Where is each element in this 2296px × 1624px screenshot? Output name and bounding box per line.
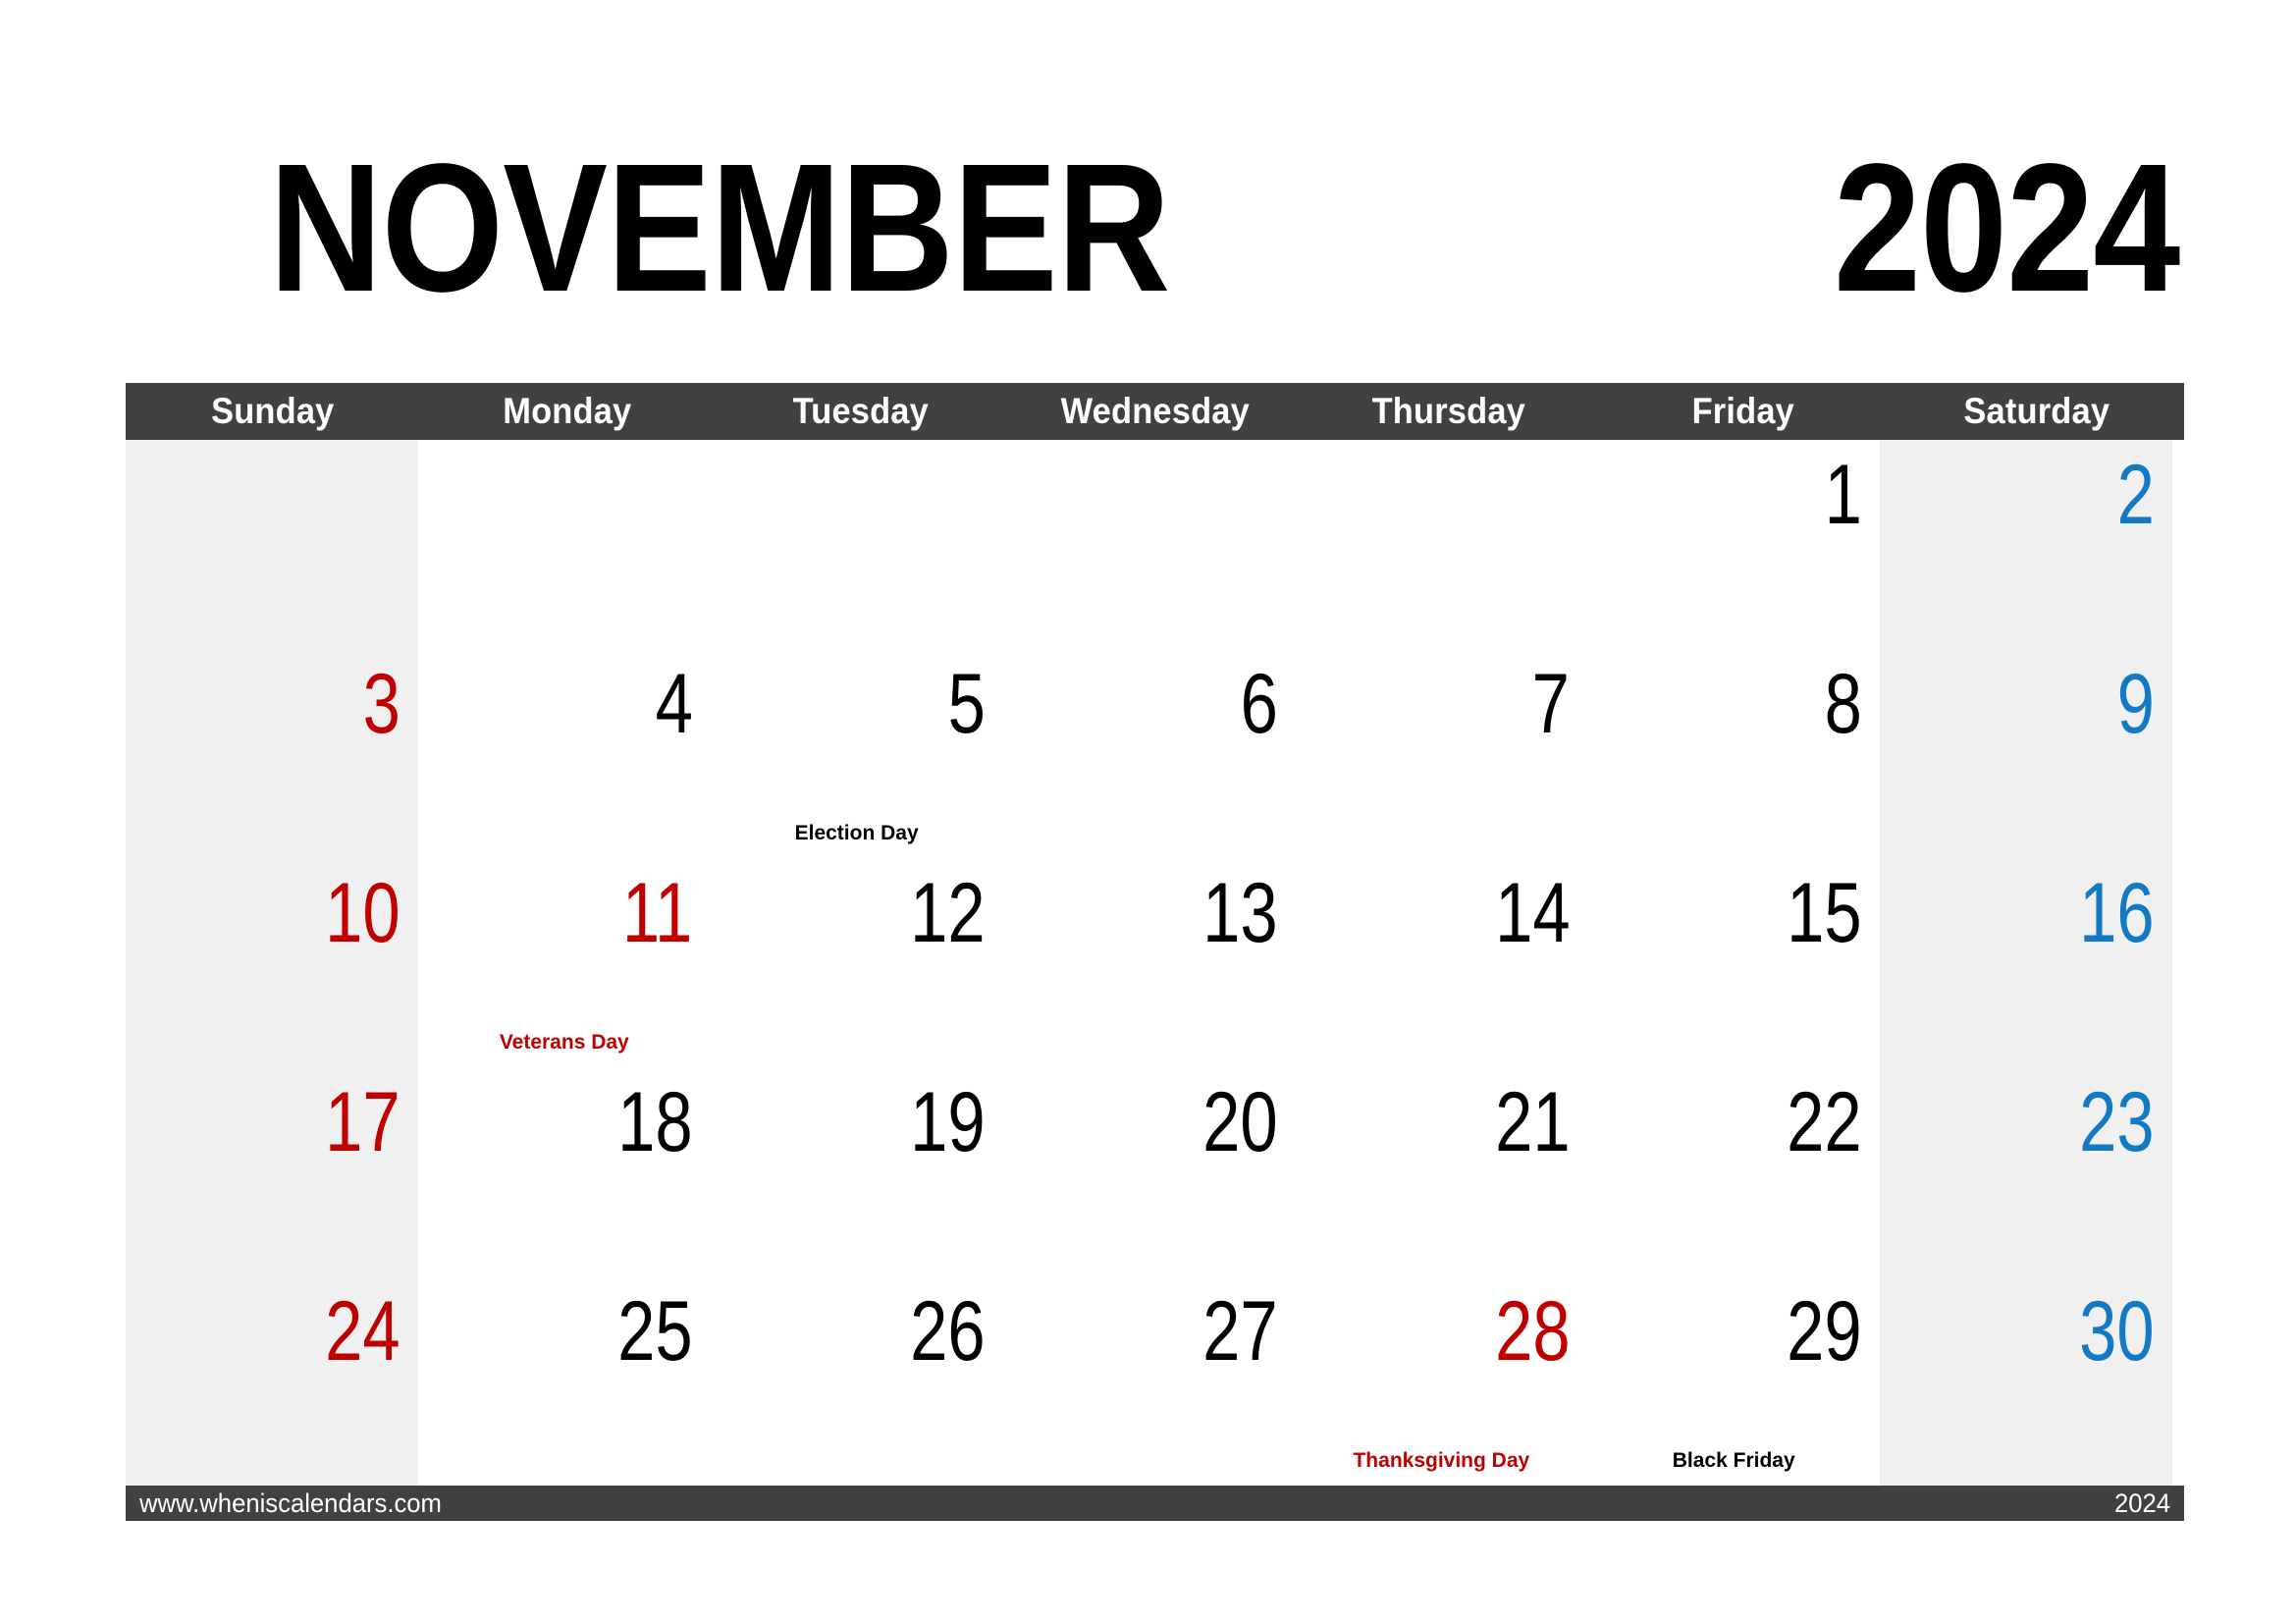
day-cell-16[interactable]: 16: [1880, 858, 2172, 1067]
day-number: 21: [1494, 1075, 1571, 1169]
day-number: 17: [325, 1075, 400, 1169]
day-cell-27[interactable]: 27: [1002, 1276, 1296, 1486]
year-title: 2024: [1834, 127, 2180, 330]
day-cell-15[interactable]: 15: [1587, 858, 1881, 1067]
day-cell-11[interactable]: 11 Veterans Day: [417, 858, 711, 1067]
day-cell-9[interactable]: 9: [1880, 649, 2172, 858]
day-cell-7[interactable]: 7: [1295, 649, 1588, 858]
day-number: 11: [622, 866, 693, 960]
day-number: 29: [1787, 1284, 1863, 1379]
day-cell-28[interactable]: 28 Thanksgiving Day: [1295, 1276, 1588, 1486]
day-cell-12[interactable]: 12: [710, 858, 1003, 1067]
day-number: 7: [1532, 657, 1571, 751]
day-cell-4[interactable]: 4: [417, 649, 711, 858]
day-cell-3[interactable]: 3: [126, 649, 418, 858]
day-number: 24: [325, 1284, 400, 1379]
calendar-grid: 1 2 3 4 5 Election Day 6 7 8 9 10 11 Veterans Day 12 1…: [126, 440, 2172, 1486]
footer-website-url[interactable]: www.wheniscalendars.com: [139, 1486, 442, 1521]
weekday-header-thursday: Thursday: [1371, 391, 1526, 431]
month-title: NOVEMBER: [269, 127, 1170, 330]
day-number: 4: [655, 657, 693, 751]
day-cell-empty: [417, 440, 711, 649]
day-cell-29[interactable]: 29 Black Friday: [1587, 1276, 1881, 1486]
day-number: 26: [910, 1284, 986, 1379]
weekday-header-sunday: Sunday: [211, 391, 335, 431]
day-cell-26[interactable]: 26: [710, 1276, 1003, 1486]
day-number: 14: [1494, 866, 1571, 960]
day-number: 18: [617, 1075, 693, 1169]
day-number: 1: [1824, 448, 1863, 542]
footer-year: 2024: [2113, 1489, 2170, 1518]
day-cell-14[interactable]: 14: [1295, 858, 1588, 1067]
day-number: 6: [1240, 657, 1278, 751]
day-number: 5: [947, 657, 986, 751]
calendar-title: NOVEMBER 2024: [126, 116, 2184, 342]
day-cell-21[interactable]: 21: [1295, 1067, 1588, 1276]
holiday-label: Black Friday: [1672, 1449, 1795, 1472]
holiday-label: Thanksgiving Day: [1353, 1449, 1530, 1472]
day-cell-18[interactable]: 18: [417, 1067, 711, 1276]
holiday-label: Election Day: [794, 822, 919, 844]
day-cell-empty: [126, 440, 418, 649]
day-cell-2[interactable]: 2: [1880, 440, 2172, 649]
day-cell-empty: [1295, 440, 1588, 649]
day-cell-5[interactable]: 5 Election Day: [710, 649, 1003, 858]
day-cell-empty: [1002, 440, 1296, 649]
day-number: 28: [1494, 1284, 1571, 1379]
day-number: 27: [1201, 1284, 1278, 1379]
day-number: 9: [2116, 657, 2155, 751]
day-number: 20: [1201, 1075, 1278, 1169]
footer-bar: www.wheniscalendars.com 2024: [126, 1486, 2184, 1521]
day-cell-23[interactable]: 23: [1880, 1067, 2172, 1276]
weekday-header-tuesday: Tuesday: [792, 391, 930, 431]
weekday-header-row: Sunday Monday Tuesday Wednesday Thursday Frid…: [126, 383, 2184, 440]
day-number: 2: [2116, 448, 2155, 542]
day-number: 16: [2079, 866, 2155, 960]
day-number: 8: [1824, 657, 1863, 751]
day-number: 30: [2079, 1284, 2155, 1379]
day-cell-19[interactable]: 19: [710, 1067, 1003, 1276]
day-cell-6[interactable]: 6: [1002, 649, 1296, 858]
weekday-header-friday: Friday: [1691, 391, 1794, 431]
weekday-header-wednesday: Wednesday: [1060, 391, 1250, 431]
day-number: 12: [910, 866, 986, 960]
day-number: 23: [2079, 1075, 2155, 1169]
day-number: 25: [617, 1284, 693, 1379]
day-cell-20[interactable]: 20: [1002, 1067, 1296, 1276]
day-number: 10: [325, 866, 400, 960]
day-number: 19: [910, 1075, 986, 1169]
weekday-header-saturday: Saturday: [1963, 391, 2110, 431]
day-cell-22[interactable]: 22: [1587, 1067, 1881, 1276]
day-cell-10[interactable]: 10: [126, 858, 418, 1067]
day-cell-8[interactable]: 8: [1587, 649, 1881, 858]
day-number: 22: [1787, 1075, 1863, 1169]
day-number: 13: [1201, 866, 1278, 960]
day-number: 15: [1787, 866, 1863, 960]
day-cell-1[interactable]: 1: [1587, 440, 1881, 649]
day-cell-empty: [710, 440, 1003, 649]
day-cell-30[interactable]: 30: [1880, 1276, 2172, 1486]
holiday-label: Veterans Day: [499, 1031, 629, 1054]
day-cell-25[interactable]: 25: [417, 1276, 711, 1486]
day-cell-13[interactable]: 13: [1002, 858, 1296, 1067]
day-cell-17[interactable]: 17: [126, 1067, 418, 1276]
day-cell-24[interactable]: 24: [126, 1276, 418, 1486]
weekday-header-monday: Monday: [502, 391, 631, 431]
day-number: 3: [362, 657, 400, 751]
